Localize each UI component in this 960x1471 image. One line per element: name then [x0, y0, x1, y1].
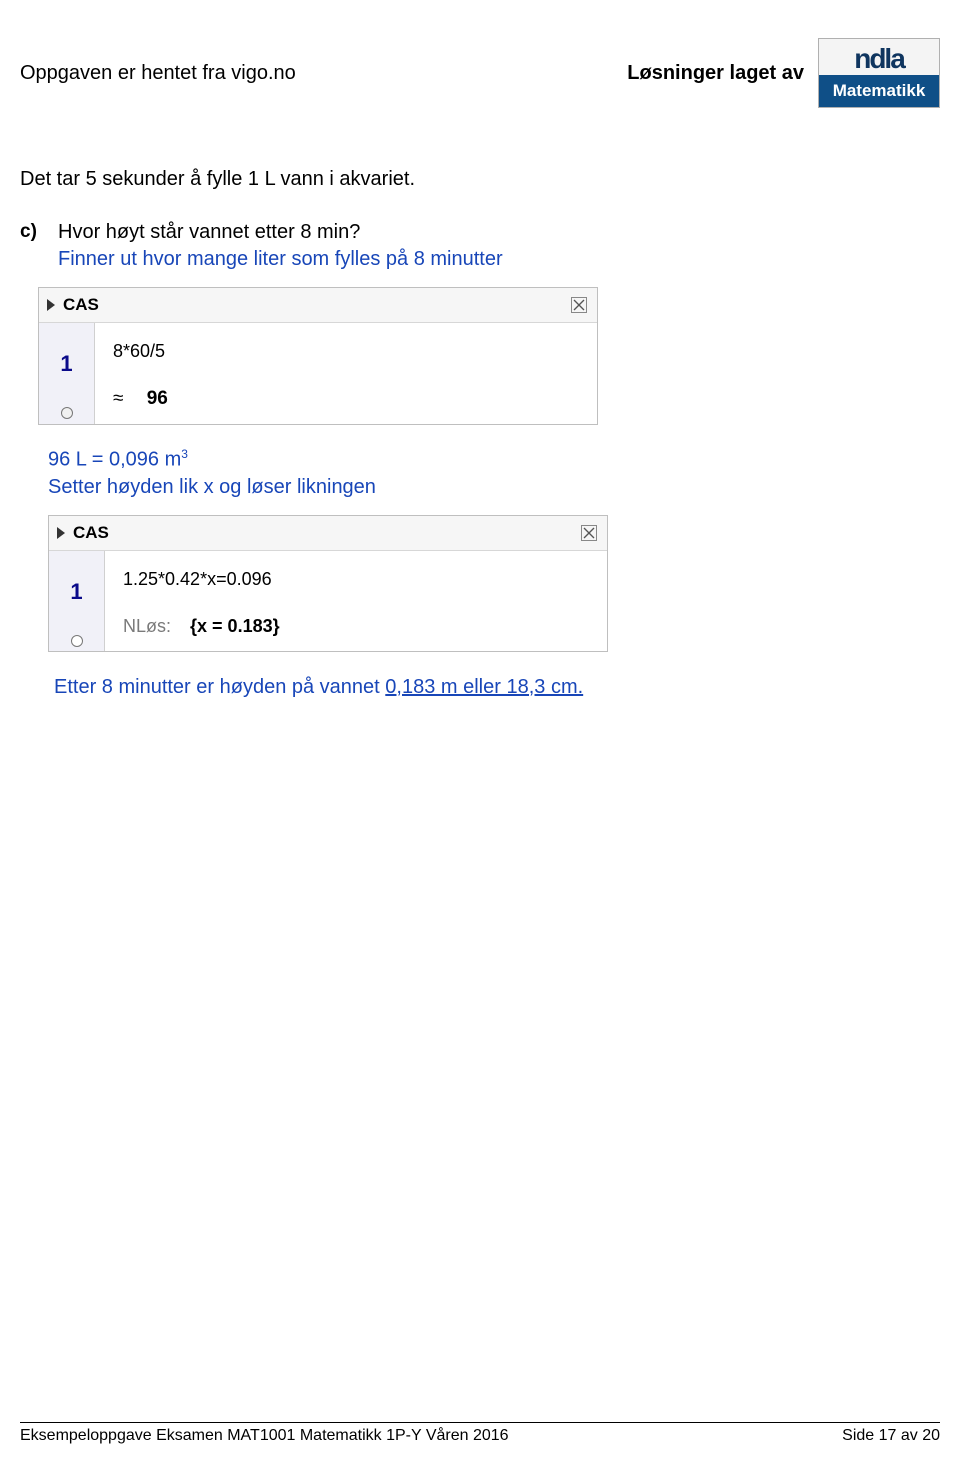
intro-text: Det tar 5 sekunder å fylle 1 L vann i ak… [20, 168, 940, 191]
nlos-label: NLøs: [123, 616, 171, 636]
cas-input-2: 1.25*0.42*x=0.096 [123, 569, 589, 590]
cas-output-1: ≈ 96 [113, 388, 579, 410]
page-header: Oppgaven er hentet fra vigo.no Løsninger… [20, 38, 940, 108]
final-pre: Etter 8 minutter er høyden på vannet [54, 676, 385, 698]
solution-step-1: Finner ut hvor mange liter som fylles på… [58, 248, 940, 271]
header-left-text: Oppgaven er hentet fra vigo.no [20, 62, 296, 85]
approx-symbol: ≈ [113, 388, 123, 410]
footer-right: Side 17 av 20 [842, 1427, 940, 1445]
close-icon[interactable] [571, 297, 587, 313]
page-footer: Eksempeloppgave Eksamen MAT1001 Matemati… [20, 1422, 940, 1445]
cas-output-2: NLøs: {x = 0.183} [123, 616, 589, 637]
cas-row-number-1: 1 [60, 351, 72, 377]
eq-left: 96 L [48, 449, 86, 471]
cas-title-1: CAS [63, 295, 99, 315]
cas-panel-2: CAS 1 1.25*0.42*x=0.096 [48, 515, 608, 652]
cas-index-col-1: 1 [39, 323, 95, 424]
triangle-icon [47, 299, 55, 311]
header-right-text: Løsninger laget av [627, 62, 804, 85]
part-label: c) [20, 221, 44, 244]
triangle-icon [57, 527, 65, 539]
eq-right-1: 0,096 m [109, 449, 181, 471]
cas-index-col-2: 1 [49, 551, 105, 651]
logo-bottom-text: Matematikk [819, 75, 939, 107]
part-c-row: c) Hvor høyt står vannet etter 8 min? [20, 221, 940, 244]
final-answer: Etter 8 minutter er høyden på vannet 0,1… [54, 676, 940, 699]
cas-title-2: CAS [73, 523, 109, 543]
ndla-logo: ndla Matematikk [818, 38, 940, 108]
final-underlined: 0,183 m eller 18,3 cm. [385, 676, 583, 698]
radio-icon [71, 635, 83, 647]
footer-left: Eksempeloppgave Eksamen MAT1001 Matemati… [20, 1427, 509, 1445]
cas-input-1: 8*60/5 [113, 341, 579, 362]
cas-row-number-2: 1 [70, 579, 82, 605]
radio-icon [61, 407, 73, 419]
cas-header-1: CAS [39, 288, 597, 323]
solution-step-2: Setter høyden lik x og løser likningen [48, 476, 940, 499]
cas-panel-1: CAS 1 8*60/5 ≈ [38, 287, 598, 425]
eq-equals: = [86, 449, 109, 471]
equation-line: 96 L = 0,096 m3 [48, 447, 940, 472]
eq-sup: 3 [181, 447, 188, 461]
cas-result-1: 96 [147, 388, 168, 409]
cas-header-2: CAS [49, 516, 607, 551]
part-question: Hvor høyt står vannet etter 8 min? [58, 221, 360, 244]
nlos-result: {x = 0.183} [190, 616, 280, 636]
close-icon[interactable] [581, 525, 597, 541]
header-right: Løsninger laget av ndla Matematikk [627, 38, 940, 108]
logo-top-text: ndla [819, 39, 939, 75]
